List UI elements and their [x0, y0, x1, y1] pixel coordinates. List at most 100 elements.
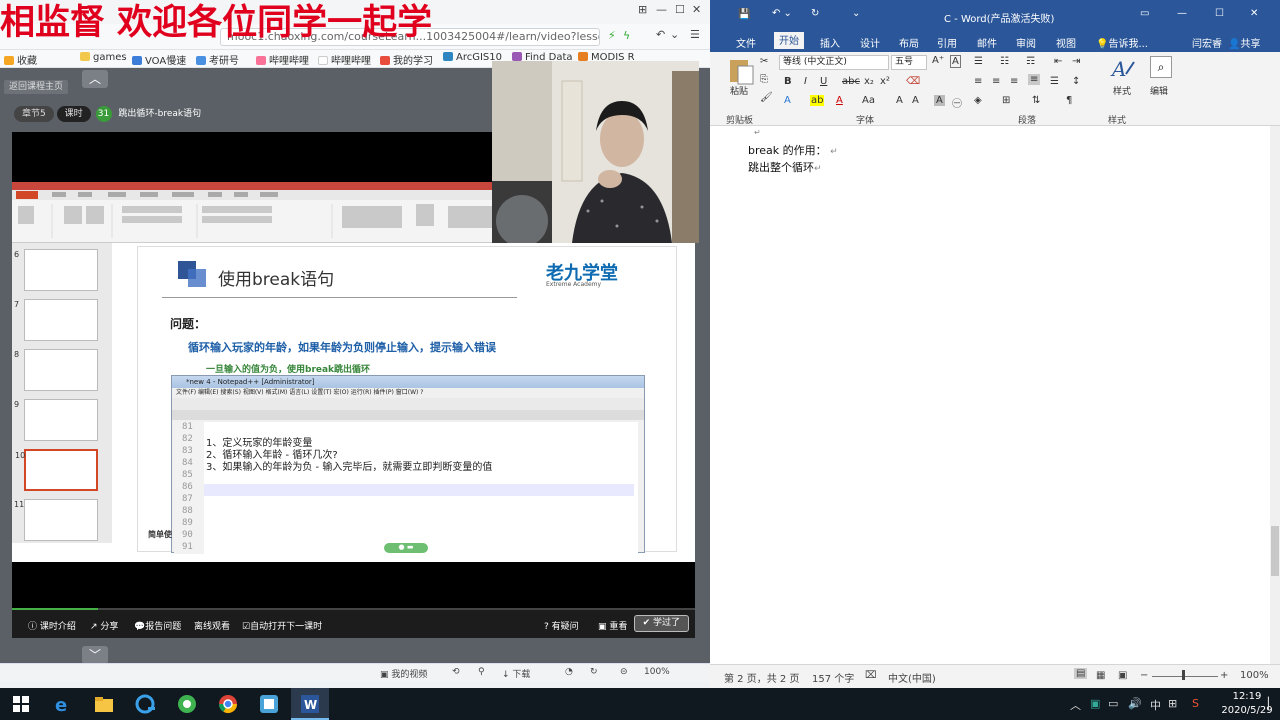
font-color-icon[interactable]: A	[836, 95, 843, 106]
subscript-button[interactable]: x₂	[864, 76, 874, 87]
tab-layout[interactable]: 布局	[899, 35, 919, 50]
find-icon[interactable]: ⌕	[1150, 56, 1172, 78]
char-border-icon[interactable]: A	[950, 55, 961, 68]
tray-expand-icon[interactable]: ︿	[1070, 697, 1081, 713]
bookmark-favorites[interactable]: 收藏	[4, 52, 37, 67]
tell-me-search[interactable]: 💡告诉我...	[1096, 35, 1148, 50]
read-mode-icon[interactable]: ▤	[1074, 668, 1088, 679]
tab-home[interactable]: 开始	[774, 32, 804, 49]
tab-review[interactable]: 审阅	[1016, 35, 1036, 50]
maximize-button[interactable]: ☐	[675, 3, 685, 16]
page-count[interactable]: 第 2 页，共 2 页	[724, 670, 799, 685]
scrollbar-thumb[interactable]	[1271, 526, 1279, 576]
undo-icon[interactable]: ↶ ⌄	[772, 8, 792, 19]
download-button[interactable]: ↓ 下载	[502, 667, 530, 680]
bookmark-voa[interactable]: VOA慢速	[132, 52, 186, 67]
share-button[interactable]: 👤共享	[1228, 35, 1260, 50]
slide-thumb[interactable]: 7	[14, 299, 98, 341]
lightning-icon[interactable]: ϟ	[623, 29, 630, 42]
zoom-slider[interactable]	[1152, 676, 1218, 677]
bookmark-my-study[interactable]: 我的学习	[380, 52, 433, 67]
line-spacing-icon[interactable]: ↕	[1072, 76, 1080, 87]
font-name-select[interactable]: 等线 (中文正文)	[779, 55, 889, 70]
slide-thumb-selected[interactable]: 10	[15, 449, 98, 491]
web-layout-icon[interactable]: ▣	[1118, 670, 1127, 681]
screen-capture-icon[interactable]	[258, 693, 280, 715]
chrome-icon[interactable]	[217, 693, 239, 715]
tab-design[interactable]: 设计	[860, 35, 880, 50]
word-count[interactable]: 157 个字	[812, 670, 854, 685]
volume-icon[interactable]: 🔊	[1128, 697, 1142, 710]
slide-thumb[interactable]: 9	[14, 399, 98, 441]
file-explorer-icon[interactable]	[93, 693, 115, 715]
zoom-out-button[interactable]: −	[1140, 670, 1148, 681]
offline-watch-button[interactable]: 离线观看	[194, 619, 230, 632]
back-to-course-button[interactable]: 返回课程主页	[4, 80, 68, 94]
maximize-button[interactable]: ☐	[1215, 8, 1224, 19]
clear-format-icon[interactable]: ⌫	[906, 76, 920, 87]
font-size-select[interactable]: 五号	[891, 55, 927, 70]
vertical-scrollbar[interactable]	[1270, 126, 1280, 664]
increase-indent-icon[interactable]: ⇥	[1072, 56, 1080, 67]
windows-start-icon[interactable]	[10, 693, 32, 715]
decrease-indent-icon[interactable]: ⇤	[1054, 56, 1062, 67]
justify-icon[interactable]: ≡	[1028, 74, 1041, 85]
dropdown-icon[interactable]: ⌄	[670, 28, 679, 41]
superscript-button[interactable]: x²	[880, 76, 890, 87]
numbering-icon[interactable]: ☷	[1000, 56, 1009, 67]
lesson-intro-button[interactable]: ⓘ 课时介绍	[28, 619, 76, 632]
slide-thumb[interactable]: 6	[14, 249, 98, 291]
highlight-icon[interactable]: ab	[810, 95, 825, 106]
sound-icon[interactable]: ◔	[565, 667, 573, 677]
underline-button[interactable]: U	[820, 76, 827, 87]
edge-browser-icon[interactable]: e	[52, 693, 74, 715]
document-page[interactable]: ↵ break 的作用： ↵ 跳出整个循环↵	[710, 126, 1280, 664]
search-app-icon[interactable]	[135, 693, 157, 715]
chapter-section[interactable]: 章节5	[14, 106, 54, 122]
browser-zoom[interactable]: 100%	[644, 667, 670, 677]
char-shading-icon[interactable]: A	[934, 95, 945, 106]
green-browser-icon[interactable]	[176, 693, 198, 715]
italic-button[interactable]: I	[804, 76, 807, 87]
tab-view[interactable]: 视图	[1056, 35, 1076, 50]
zoom-in-button[interactable]: +	[1220, 670, 1228, 681]
print-layout-icon[interactable]: ▦	[1096, 670, 1105, 681]
paste-button[interactable]: 粘贴	[730, 84, 748, 97]
customize-icon[interactable]: ⌄	[852, 8, 860, 19]
user-name[interactable]: 闫宏睿	[1192, 35, 1222, 50]
chevron-down-button[interactable]: ﹀	[82, 646, 108, 664]
bolt-icon[interactable]: ⚡	[608, 29, 616, 42]
refresh-icon[interactable]: ↻	[590, 667, 598, 677]
text-effects-icon[interactable]: A	[784, 95, 791, 106]
save-icon[interactable]: 💾	[738, 9, 750, 20]
borders-icon[interactable]: ⊞	[1002, 95, 1010, 106]
ribbon-options-icon[interactable]: ▭	[1140, 8, 1149, 19]
proofing-icon[interactable]: ⌧	[865, 670, 877, 681]
replay-button[interactable]: ▣ 重看	[598, 619, 627, 632]
tab-file[interactable]: 文件	[736, 35, 756, 50]
undo-icon[interactable]: ↶	[656, 28, 665, 41]
copy-icon[interactable]: ⎘	[760, 74, 768, 85]
edit-button[interactable]: 编辑	[1150, 84, 1168, 97]
shrink-font-icon[interactable]: A	[912, 95, 919, 106]
multilevel-icon[interactable]: ☶	[1026, 56, 1035, 67]
report-problem-button[interactable]: 💬报告问题	[134, 619, 181, 632]
bold-button[interactable]: B	[784, 76, 792, 87]
bookmark-games[interactable]: games	[80, 52, 127, 63]
ask-question-button[interactable]: ? 有疑问	[544, 619, 579, 632]
stop-icon[interactable]: ⊝	[620, 667, 628, 677]
network-icon[interactable]: ▭	[1108, 697, 1118, 710]
slide-thumb[interactable]: 8	[14, 349, 98, 391]
learned-button[interactable]: ✔ 学过了	[633, 615, 689, 632]
tray-app-icon[interactable]: ▣	[1090, 697, 1100, 710]
shading-icon[interactable]: ◈	[974, 95, 982, 106]
bookmark-bilibili-1[interactable]: 哔哩哔哩	[256, 52, 309, 67]
paste-icon[interactable]	[728, 56, 756, 86]
align-right-icon[interactable]: ≡	[1010, 76, 1018, 87]
cut-icon[interactable]: ✂	[760, 56, 768, 67]
format-painter-icon[interactable]: 🖌	[760, 92, 773, 103]
minimize-button[interactable]: —	[1177, 8, 1187, 19]
change-case-icon[interactable]: Aa	[862, 95, 875, 106]
bookmark-kaoyan[interactable]: 考研号	[196, 52, 239, 67]
autoplay-checkbox[interactable]: ☑自动打开下一课时	[242, 619, 322, 632]
